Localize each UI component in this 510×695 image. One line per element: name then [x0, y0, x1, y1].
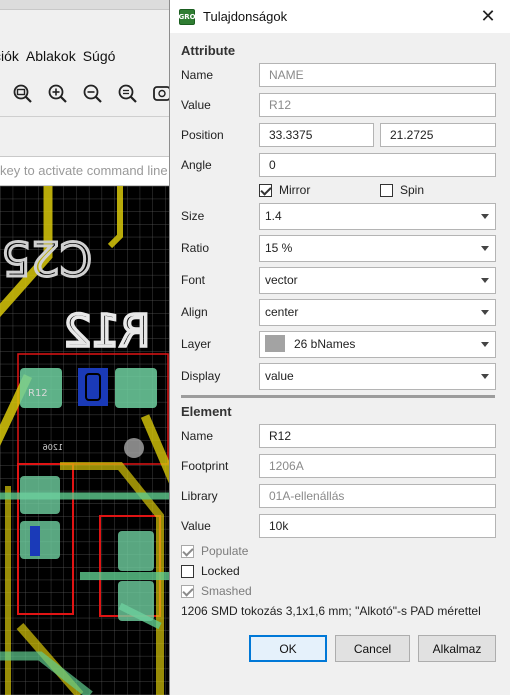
menu-item-windows[interactable]: Ablakok	[26, 48, 76, 64]
zoom-redraw-icon	[118, 84, 137, 103]
board-label-r12-small: R12	[28, 388, 48, 399]
board-label-c25: C25	[1, 231, 92, 285]
menu-item-options[interactable]: ciók	[0, 48, 19, 64]
layer-label: Layer	[181, 337, 212, 351]
ratio-value: 15 %	[265, 241, 293, 255]
layer-value: 26 bNames	[294, 337, 356, 351]
smashed-label: Smashed	[201, 584, 252, 598]
element-section-title: Element	[181, 404, 232, 419]
smashed-checkbox[interactable]	[181, 584, 194, 598]
toolbar-separator	[0, 116, 175, 117]
zoom-in-button[interactable]	[47, 83, 69, 105]
element-value-field[interactable]: 10k	[259, 514, 496, 538]
locked-checkbox[interactable]	[181, 564, 194, 578]
chevron-down-icon	[481, 310, 489, 315]
zoom-toolbar	[0, 74, 175, 114]
chevron-down-icon	[481, 214, 489, 219]
footprint-field[interactable]: 1206A	[259, 454, 496, 478]
font-value: vector	[265, 273, 298, 287]
size-label: Size	[181, 209, 205, 223]
zoom-redraw-button[interactable]	[117, 83, 139, 105]
font-label: Font	[181, 273, 206, 287]
zoom-fit-icon	[13, 84, 32, 103]
spin-checkbox-row[interactable]: Spin	[380, 183, 424, 197]
apply-button[interactable]: Alkalmaz	[418, 635, 496, 662]
align-value: center	[265, 305, 299, 319]
section-divider	[181, 395, 495, 398]
display-combobox[interactable]: value	[259, 363, 496, 390]
populate-checkbox-row[interactable]: Populate	[181, 544, 248, 558]
populate-label: Populate	[201, 544, 249, 558]
zoom-out-icon	[83, 84, 102, 103]
angle-label: Angle	[181, 158, 212, 172]
attribute-section-title: Attribute	[181, 43, 236, 58]
element-description: 1206 SMD tokozás 3,1x1,6 mm; "Alkotó"-s …	[181, 604, 481, 618]
element-name-label: Name	[181, 429, 214, 443]
pcb-board-canvas[interactable]: C25 R12 R12 1206	[0, 186, 175, 695]
dialog-title: Tulajdonságok	[203, 9, 288, 24]
chevron-down-icon	[481, 278, 489, 283]
align-label: Align	[181, 305, 208, 319]
element-value-label: Value	[181, 519, 211, 533]
menu-item-help[interactable]: Súgó	[83, 48, 116, 64]
display-value: value	[265, 369, 294, 383]
populate-checkbox[interactable]	[181, 544, 194, 558]
size-value: 1.4	[265, 209, 282, 223]
ok-button[interactable]: OK	[249, 635, 327, 662]
mirror-label: Mirror	[279, 183, 311, 197]
mirror-checkbox[interactable]	[259, 183, 272, 197]
display-label: Display	[181, 369, 221, 383]
font-combobox[interactable]: vector	[259, 267, 496, 294]
chevron-down-icon	[481, 246, 489, 251]
close-button[interactable]: ✕	[465, 0, 510, 33]
align-combobox[interactable]: center	[259, 299, 496, 326]
layer-color-swatch	[265, 335, 285, 353]
zoom-out-button[interactable]	[82, 83, 104, 105]
command-line-input[interactable]: key to activate command line m	[0, 156, 175, 186]
board-label-1206: 1206	[43, 443, 63, 452]
attr-value-field[interactable]: R12	[259, 93, 496, 117]
smashed-checkbox-row[interactable]: Smashed	[181, 584, 252, 598]
ratio-label: Ratio	[181, 241, 210, 255]
zoom-fit-button[interactable]	[12, 83, 34, 105]
properties-dialog: GRO Tulajdonságok ✕ Attribute Name NAME …	[169, 0, 510, 695]
app-logo-icon: GRO	[178, 8, 196, 25]
attr-name-label: Name	[181, 68, 214, 82]
spin-checkbox[interactable]	[380, 183, 393, 197]
position-x-field[interactable]: 33.3375	[259, 123, 374, 147]
board-label-r12: R12	[63, 306, 150, 357]
attr-name-field[interactable]: NAME	[259, 63, 496, 87]
background-app-window: ciók Ablakok Súgó key to activate comman…	[0, 0, 175, 695]
angle-field[interactable]: 0	[259, 153, 496, 177]
chevron-down-icon	[481, 342, 489, 347]
menu-bar: ciók Ablakok Súgó	[0, 40, 175, 72]
zoom-in-icon	[48, 84, 67, 103]
mirror-checkbox-row[interactable]: Mirror	[259, 183, 310, 197]
dialog-titlebar[interactable]: GRO Tulajdonságok ✕	[170, 0, 510, 33]
position-y-field[interactable]: 21.2725	[380, 123, 496, 147]
cancel-button[interactable]: Cancel	[335, 635, 410, 662]
locked-checkbox-row[interactable]: Locked	[181, 564, 240, 578]
library-label: Library	[181, 489, 218, 503]
size-combobox[interactable]: 1.4	[259, 203, 496, 230]
footprint-label: Footprint	[181, 459, 229, 473]
library-field[interactable]: 01A-ellenállás	[259, 484, 496, 508]
position-label: Position	[181, 128, 224, 142]
element-name-field[interactable]: R12	[259, 424, 496, 448]
app-top-toolbar-strip	[0, 0, 175, 10]
locked-label: Locked	[201, 564, 240, 578]
close-icon: ✕	[480, 6, 496, 26]
chevron-down-icon	[481, 374, 489, 379]
layer-combobox[interactable]: 26 bNames	[259, 331, 496, 358]
ratio-combobox[interactable]: 15 %	[259, 235, 496, 262]
attr-value-label: Value	[181, 98, 211, 112]
spin-label: Spin	[400, 183, 425, 197]
